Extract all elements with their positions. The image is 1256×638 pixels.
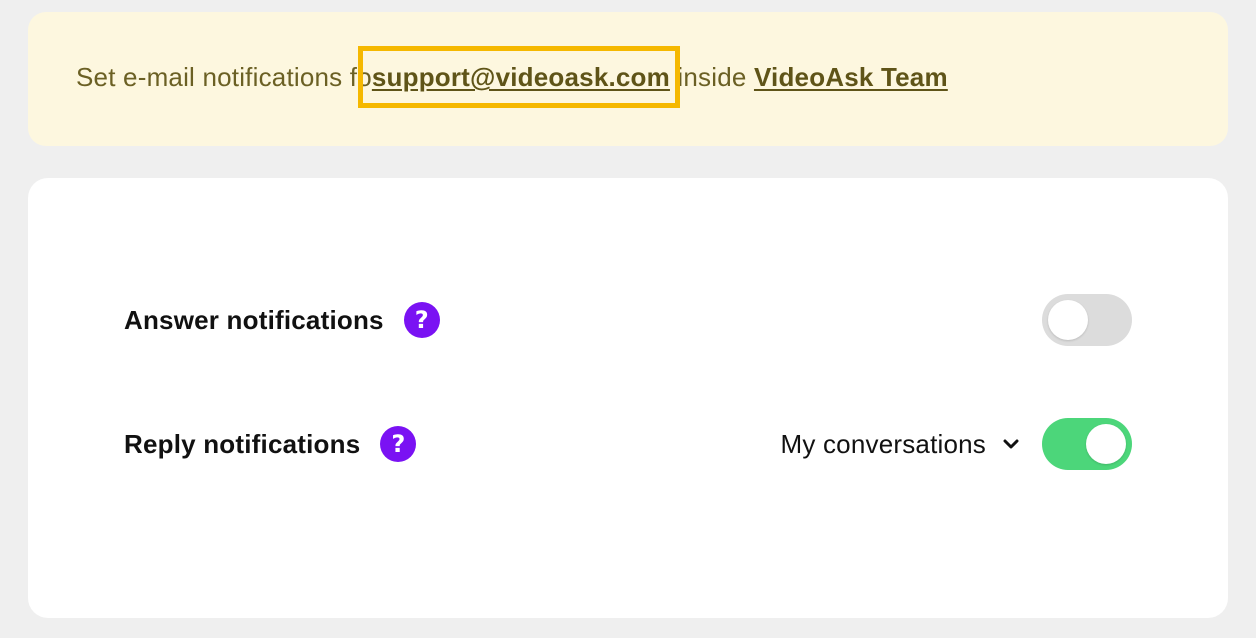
- chevron-down-icon: [1002, 435, 1020, 453]
- reply-scope-dropdown[interactable]: My conversations: [781, 429, 1021, 460]
- notification-banner: Set e-mail notifications fo support@video…: [28, 12, 1228, 146]
- help-icon[interactable]: ?: [380, 426, 417, 462]
- settings-card: Answer notifications ? Reply notificatio…: [28, 178, 1228, 618]
- banner-text: Set e-mail notifications fo support@video…: [76, 46, 948, 108]
- toggle-knob: [1086, 424, 1126, 464]
- answer-notifications-row: Answer notifications ?: [124, 294, 1132, 346]
- toggle-knob: [1048, 300, 1088, 340]
- email-link[interactable]: support@videoask.com: [372, 62, 670, 92]
- answer-notifications-toggle[interactable]: [1042, 294, 1132, 346]
- banner-middle: inside: [669, 62, 754, 92]
- dropdown-selected-value: My conversations: [780, 428, 986, 459]
- answer-notifications-label: Answer notifications: [124, 304, 384, 335]
- email-wrap: support@videoask.com: [357, 46, 680, 108]
- banner-prefix: Set e-mail notifications fo: [76, 62, 372, 92]
- team-link[interactable]: VideoAsk Team: [754, 62, 948, 92]
- help-icon[interactable]: ?: [403, 302, 440, 338]
- reply-notifications-toggle[interactable]: [1042, 418, 1132, 470]
- reply-notifications-row: Reply notifications ? My conversations: [124, 418, 1132, 470]
- reply-notifications-label: Reply notifications: [124, 428, 361, 459]
